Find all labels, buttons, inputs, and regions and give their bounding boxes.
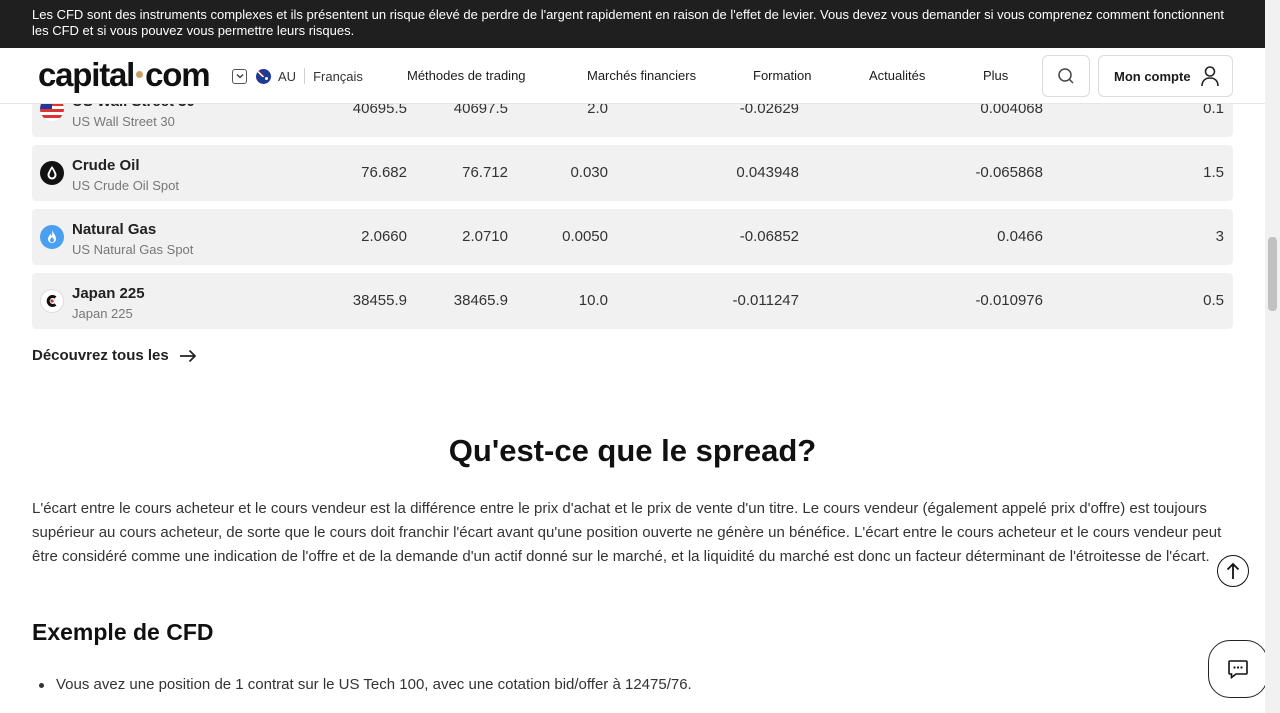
- spread-value: 0.030: [570, 164, 608, 181]
- sell-price: 76.682: [361, 164, 407, 181]
- list-item: Vous avez une position de 1 contrat sur …: [39, 676, 692, 693]
- my-account-button[interactable]: Mon compte: [1098, 55, 1233, 97]
- instrument-subtitle: US Natural Gas Spot: [72, 242, 194, 257]
- logo-dot: [136, 70, 144, 78]
- overnight-short: -0.065868: [975, 164, 1043, 181]
- overnight-long: 0.043948: [736, 164, 799, 181]
- instrument-name: Crude Oil: [72, 157, 140, 174]
- spread-section-title: Qu'est-ce que le spread?: [448, 433, 817, 468]
- arrow-up-icon: [1226, 562, 1240, 579]
- my-account-label: Mon compte: [1114, 68, 1191, 84]
- cfd-example-title: Exemple de CFD: [32, 619, 214, 645]
- overnight-short: 0.0466: [997, 228, 1043, 245]
- nav-financial-markets[interactable]: Marchés financiers: [587, 68, 696, 83]
- overnight-long: -0.011247: [732, 292, 799, 309]
- buy-price: 38465.9: [453, 292, 508, 309]
- margin-value: 1.5: [1203, 164, 1224, 181]
- search-icon: [1058, 68, 1074, 84]
- nav-trading-methods[interactable]: Méthodes de trading: [407, 68, 526, 83]
- australia-flag-icon: [256, 68, 271, 84]
- gas-flame-icon: [40, 225, 64, 249]
- risk-warning-banner: Les CFD sont des instruments complexes e…: [0, 0, 1280, 48]
- capital-com-logo[interactable]: capital com: [38, 56, 211, 93]
- margin-value: 0.5: [1203, 292, 1224, 309]
- instrument-subtitle: Japan 225: [72, 306, 133, 321]
- arrow-right-icon: [179, 349, 196, 362]
- japan-225-icon: [40, 289, 64, 313]
- chat-button[interactable]: [1208, 640, 1268, 698]
- instrument-subtitle: US Crude Oil Spot: [72, 178, 179, 193]
- spread-value: 10.0: [578, 292, 608, 309]
- table-row[interactable]: Japan 225 Japan 225 38455.9 38465.9 10.0…: [32, 273, 1233, 329]
- spread-section-body: L'écart entre le cours acheteur et le co…: [32, 500, 1222, 565]
- buy-price: 76.712: [462, 164, 508, 181]
- scrollbar-thumb[interactable]: [1268, 237, 1277, 311]
- nav-education[interactable]: Formation: [753, 68, 812, 83]
- discover-all-label: Découvrez tous les: [32, 347, 169, 364]
- table-row[interactable]: Crude Oil US Crude Oil Spot 76.682 76.71…: [32, 145, 1233, 201]
- instrument-name: Natural Gas: [72, 221, 157, 238]
- spread-value: 0.0050: [562, 228, 608, 245]
- region-code: AU: [278, 68, 297, 84]
- nav-more[interactable]: Plus: [983, 68, 1008, 83]
- risk-warning-text: Les CFD sont des instruments complexes e…: [32, 7, 1224, 38]
- locale-divider: [304, 68, 306, 84]
- oil-drop-icon: [40, 161, 64, 185]
- overnight-long: -0.06852: [739, 228, 799, 245]
- scroll-to-top-button[interactable]: [1217, 555, 1249, 587]
- buy-price: 2.0710: [462, 228, 508, 245]
- nav-news[interactable]: Actualités: [869, 68, 925, 83]
- sell-price: 38455.9: [352, 292, 407, 309]
- instrument-name: Japan 225: [72, 285, 145, 302]
- logo-text-right: com: [145, 56, 210, 93]
- search-button[interactable]: [1042, 55, 1090, 97]
- discover-all-link[interactable]: Découvrez tous les: [32, 347, 197, 364]
- chevron-down-icon: [232, 68, 247, 84]
- user-icon: [1200, 66, 1219, 87]
- margin-value: 3: [1215, 228, 1224, 245]
- overnight-short: -0.010976: [975, 292, 1043, 309]
- page-scrollbar[interactable]: [1265, 0, 1280, 713]
- sell-price: 2.0660: [361, 228, 407, 245]
- language-label[interactable]: Français: [313, 69, 363, 84]
- site-header: capital com AU Français Méthodes de tradi…: [0, 48, 1265, 104]
- table-row[interactable]: Natural Gas US Natural Gas Spot 2.0660 2…: [32, 209, 1233, 265]
- locale-selector[interactable]: AU Français: [232, 67, 363, 85]
- logo-text-left: capital: [38, 56, 135, 93]
- chat-bubble-icon: [1228, 660, 1248, 680]
- instrument-subtitle: US Wall Street 30: [72, 114, 175, 129]
